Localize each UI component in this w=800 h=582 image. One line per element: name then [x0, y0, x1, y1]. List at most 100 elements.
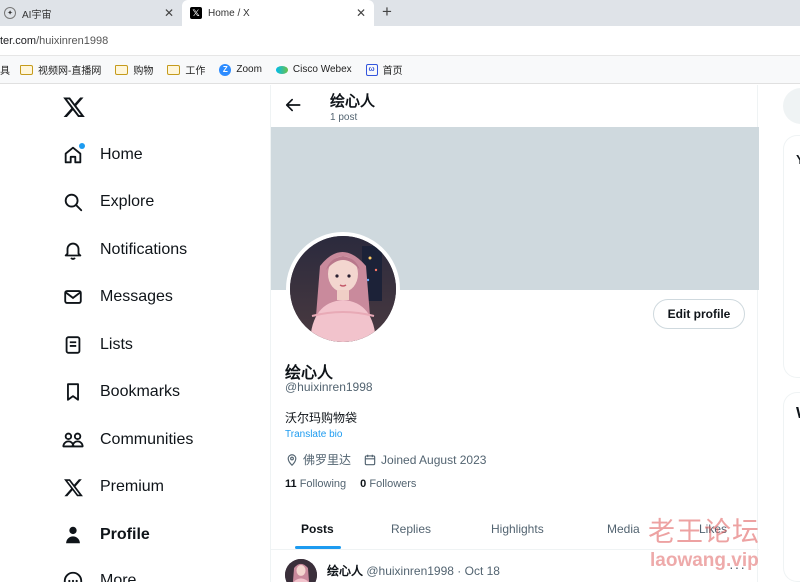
followers-count: 0 [360, 478, 367, 490]
bookmark-item-webex[interactable]: Cisco Webex [275, 64, 352, 75]
bookmark-item-shopping[interactable]: 购物 [115, 62, 153, 77]
notification-dot [79, 143, 85, 149]
sidebar-item-label: Explore [100, 193, 155, 210]
browser-tab-bar: ✦ AI宇宙 ✕ 𝕏 Home / X ✕ + [0, 0, 800, 26]
post-date[interactable]: Oct 18 [465, 564, 500, 578]
search-icon [60, 189, 86, 215]
avatar-portrait-image [290, 236, 396, 342]
tab-posts[interactable]: Posts [301, 508, 334, 550]
bookmark-item-home[interactable]: ω 首页 [365, 62, 403, 77]
profile-joined-date: Joined August 2023 [381, 452, 487, 467]
translate-bio-link[interactable]: Translate bio [285, 429, 342, 440]
followers-label: Followers [369, 478, 417, 490]
user-handle: @huixinren1998 [285, 380, 373, 394]
sidebar-item-bookmarks[interactable]: Bookmarks [60, 372, 180, 412]
tab-highlights[interactable]: Highlights [491, 508, 544, 550]
back-arrow-icon[interactable] [283, 95, 303, 115]
url-path: /huixinren1998 [36, 35, 109, 47]
sidebar-item-label: Notifications [100, 241, 188, 258]
post-avatar[interactable] [285, 559, 317, 582]
bookmarks-bar: 具 视频网-直播网 购物 工作 Z Zoom Cisco Webex ω 首页 [0, 56, 800, 84]
folder-icon [20, 64, 33, 75]
sidebar-item-label: Communities [100, 431, 194, 448]
following-label: Following [299, 478, 347, 490]
calendar-icon [364, 454, 376, 465]
bookmark-icon [60, 379, 86, 405]
bookmark-item-work[interactable]: 工作 [167, 62, 205, 77]
bookmark-item-zoom[interactable]: Z Zoom [219, 63, 262, 76]
sidebar-item-communities[interactable]: Communities [60, 420, 193, 460]
x-app: Home Explore Notifications Messages List [0, 85, 800, 582]
sidebar-item-profile[interactable]: Profile [60, 515, 150, 555]
person-icon [60, 522, 86, 548]
webex-icon [275, 65, 288, 74]
zoom-icon: Z [219, 63, 232, 76]
left-sidebar: Home Explore Notifications Messages List [0, 85, 270, 582]
followers-link[interactable]: 0 Followers [360, 478, 416, 490]
edit-profile-button[interactable]: Edit profile [653, 299, 745, 329]
url-text[interactable]: ter.com/huixinren1998 [0, 35, 108, 47]
browser-tab-home-x[interactable]: 𝕏 Home / X ✕ [182, 0, 374, 26]
sidebar-item-label: Messages [100, 288, 173, 305]
profile-meta: 佛罗里达 Joined August 2023 [285, 451, 486, 468]
post-header: 绘心人 @huixinren1998 · Oct 18 [327, 562, 500, 579]
bookmark-item-video[interactable]: 视频网-直播网 [20, 62, 101, 77]
sidebar-item-notifications[interactable]: Notifications [60, 230, 187, 270]
search-input[interactable] [783, 88, 800, 124]
sidebar-item-messages[interactable]: Messages [60, 277, 173, 317]
watermark-en: laowang.vip [650, 550, 759, 571]
subscribe-card: Y [783, 135, 800, 378]
bookmark-label: 首页 [382, 66, 403, 77]
new-tab-plus-icon[interactable]: + [382, 2, 392, 22]
post-separator: · [457, 564, 462, 578]
home-icon [60, 142, 86, 168]
browser-tab-ai[interactable]: ✦ AI宇宙 ✕ [0, 0, 182, 26]
sidebar-item-label: Bookmarks [100, 383, 181, 400]
bookmark-label: 具 [0, 66, 10, 77]
bookmark-label: Zoom [236, 64, 262, 75]
active-tab-indicator [295, 546, 341, 549]
folder-icon [167, 64, 181, 75]
sidebar-item-home[interactable]: Home [60, 135, 143, 175]
sidebar-item-label: Premium [100, 478, 165, 495]
post-author-handle: @huixinren1998 [366, 564, 454, 578]
bookmark-label: Cisco Webex [292, 64, 352, 75]
sidebar-item-more[interactable]: More [60, 561, 136, 582]
people-icon [60, 427, 86, 453]
envelope-icon [60, 284, 86, 310]
sidebar-item-lists[interactable]: Lists [60, 325, 133, 365]
bookmark-label: 购物 [133, 66, 154, 77]
bookmark-label: 工作 [185, 66, 206, 77]
address-bar[interactable]: ter.com/huixinren1998 [0, 26, 800, 56]
location-pin-icon [287, 453, 297, 466]
sidebar-item-premium[interactable]: Premium [60, 467, 164, 507]
follow-stats: 11 Following 0 Followers [285, 478, 416, 490]
close-icon[interactable]: ✕ [356, 6, 366, 20]
sidebar-item-label: Lists [100, 336, 133, 353]
sidebar-item-label: Profile [100, 526, 150, 543]
close-icon[interactable]: ✕ [164, 6, 174, 20]
sidebar-item-label: More [100, 572, 137, 582]
tab-media[interactable]: Media [607, 508, 640, 550]
post-author-name[interactable]: 绘心人 [327, 564, 363, 578]
url-host: ter.com [0, 35, 37, 47]
list-icon [60, 332, 86, 358]
ai-favicon-icon: ✦ [4, 7, 16, 19]
x-logo-icon [60, 474, 86, 500]
tab-title: Home / X [208, 7, 250, 19]
avatar[interactable] [286, 232, 400, 346]
sidebar-item-explore[interactable]: Explore [60, 182, 154, 222]
home-bookmark-icon: ω [365, 63, 378, 76]
watermark-cn: 老王论坛 [648, 517, 760, 548]
tab-replies[interactable]: Replies [391, 508, 431, 550]
following-link[interactable]: 11 Following [285, 478, 346, 490]
bell-icon [60, 237, 86, 263]
right-sidebar: Y W [759, 85, 800, 582]
following-count: 11 [285, 478, 297, 490]
x-favicon-icon: 𝕏 [190, 7, 202, 19]
tab-title: AI宇宙 [22, 9, 52, 21]
x-logo-icon[interactable] [62, 95, 86, 119]
bookmark-item-tools[interactable]: 具 [0, 62, 10, 77]
profile-header: 绘心人 1 post [271, 85, 759, 127]
page-title: 绘心人 [330, 93, 376, 110]
